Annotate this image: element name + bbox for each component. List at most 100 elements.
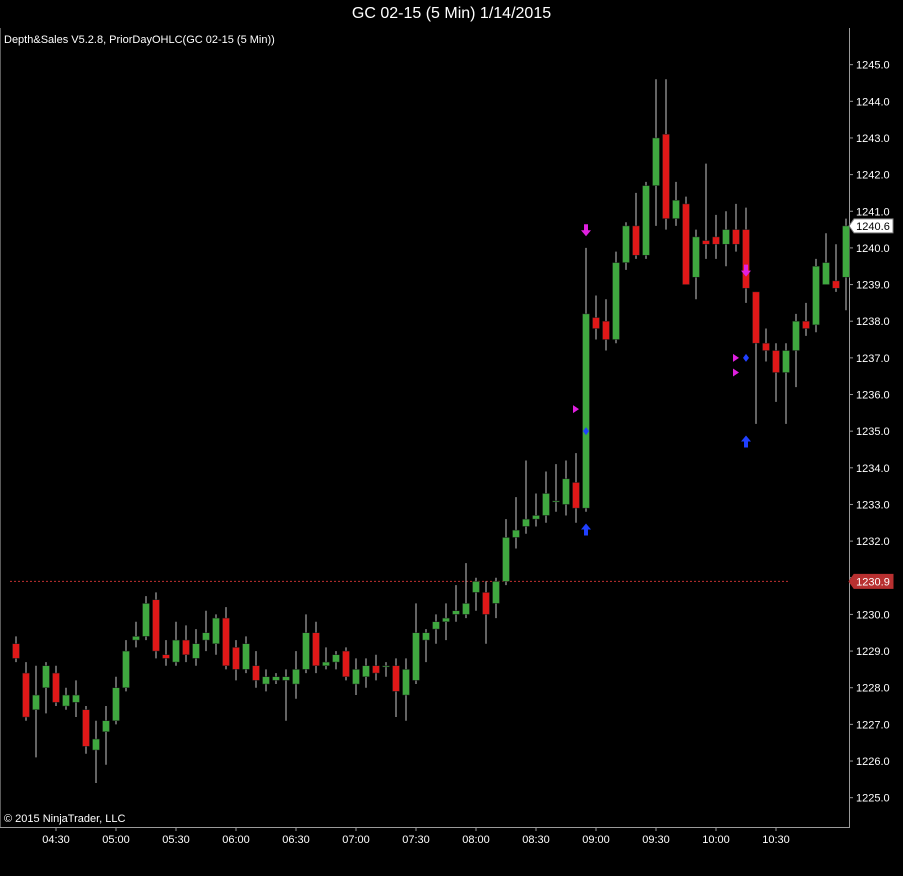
candle-down (312, 632, 320, 666)
candle-up (402, 669, 410, 696)
candle-up (822, 262, 830, 285)
candle-down (742, 229, 750, 289)
candle-up (692, 236, 700, 278)
candle-up (322, 661, 330, 666)
y-tick-label: 1226.0 (856, 756, 890, 768)
y-tick-label: 1233.0 (856, 499, 890, 511)
candle-up (122, 650, 130, 688)
y-tick-label: 1245.0 (856, 60, 890, 72)
candle-down (632, 225, 640, 256)
x-tick-label: 08:00 (462, 834, 490, 846)
candle-up (62, 694, 70, 707)
x-tick-label: 08:30 (522, 834, 550, 846)
candle-down (152, 599, 160, 652)
candle-down (712, 236, 720, 245)
y-tick-label: 1238.0 (856, 316, 890, 328)
x-tick-label: 07:30 (402, 834, 430, 846)
price-axis[interactable]: 1225.01226.01227.01228.01229.01230.01231… (849, 60, 890, 805)
copyright-label: © 2015 NinjaTrader, LLC (4, 813, 125, 825)
x-tick-label: 10:00 (702, 834, 730, 846)
candle-up (42, 665, 50, 688)
candle-up (142, 603, 150, 637)
candle-up (352, 669, 360, 685)
y-tick-label: 1242.0 (856, 170, 890, 182)
candle-down (772, 350, 780, 373)
candle-down (12, 643, 20, 659)
x-tick-label: 06:00 (222, 834, 250, 846)
candle-up (282, 676, 290, 681)
candle-up (472, 581, 480, 593)
candle-up (432, 621, 440, 630)
chart-container[interactable]: Depth&Sales V5.2.8, PriorDayOHLC(GC 02-1… (0, 0, 903, 876)
indicator-label: Depth&Sales V5.2.8, PriorDayOHLC(GC 02-1… (4, 34, 275, 46)
candle-up (112, 687, 120, 721)
candle-down (82, 709, 90, 747)
candle-up (262, 676, 270, 685)
y-tick-label: 1244.0 (856, 96, 890, 108)
y-tick-label: 1239.0 (856, 280, 890, 292)
candle-down (802, 320, 810, 329)
candle-down (482, 592, 490, 615)
candle-up (272, 676, 280, 681)
x-tick-label: 07:00 (342, 834, 370, 846)
candle-up (672, 200, 680, 219)
candle-up (242, 643, 250, 670)
last-price-badge-text: 1240.6 (856, 221, 890, 233)
candle-up (562, 478, 570, 505)
candle-up (722, 229, 730, 245)
candle-up (642, 185, 650, 256)
candle-down (162, 654, 170, 659)
candle-up (212, 617, 220, 644)
candle-down (592, 317, 600, 329)
candle-up (202, 632, 210, 641)
candle-down (752, 291, 760, 344)
candle-down (52, 672, 60, 703)
candle-down (602, 320, 610, 340)
x-tick-label: 06:30 (282, 834, 310, 846)
candle-down (732, 229, 740, 245)
candle-up (492, 581, 500, 604)
candlestick-chart[interactable]: Depth&Sales V5.2.8, PriorDayOHLC(GC 02-1… (0, 0, 903, 871)
candle-up (532, 515, 540, 520)
x-tick-label: 05:30 (162, 834, 190, 846)
candle-down (572, 482, 580, 509)
candle-up (552, 500, 560, 503)
candle-up (172, 639, 180, 663)
y-tick-label: 1230.0 (856, 609, 890, 621)
x-tick-label: 05:00 (102, 834, 130, 846)
candle-up (72, 694, 80, 703)
candle-down (342, 650, 350, 677)
y-tick-label: 1234.0 (856, 463, 890, 475)
y-tick-label: 1241.0 (856, 206, 890, 218)
y-tick-label: 1243.0 (856, 133, 890, 145)
candle-up (302, 632, 310, 670)
candle-up (542, 493, 550, 516)
candle-down (762, 342, 770, 351)
y-tick-label: 1236.0 (856, 390, 890, 402)
candle-down (392, 665, 400, 692)
candle-up (792, 320, 800, 351)
x-tick-label: 09:00 (582, 834, 610, 846)
y-tick-label: 1229.0 (856, 646, 890, 658)
candle-down (182, 639, 190, 655)
y-tick-label: 1232.0 (856, 536, 890, 548)
y-tick-label: 1227.0 (856, 719, 890, 731)
candle-up (612, 262, 620, 340)
y-tick-label: 1237.0 (856, 353, 890, 365)
candle-up (462, 603, 470, 615)
candle-up (452, 610, 460, 615)
candle-up (102, 720, 110, 732)
y-tick-label: 1235.0 (856, 426, 890, 438)
candle-up (382, 665, 390, 668)
y-tick-label: 1225.0 (856, 793, 890, 805)
candle-down (232, 647, 240, 670)
candle-up (622, 225, 630, 263)
candle-up (192, 643, 200, 659)
candle-up (812, 265, 820, 326)
candle-up (32, 694, 40, 710)
candle-up (442, 617, 450, 623)
candle-up (132, 636, 140, 641)
candle-up (512, 529, 520, 538)
candle-down (372, 665, 380, 674)
last-price-badge: 1240.6 (848, 218, 894, 234)
